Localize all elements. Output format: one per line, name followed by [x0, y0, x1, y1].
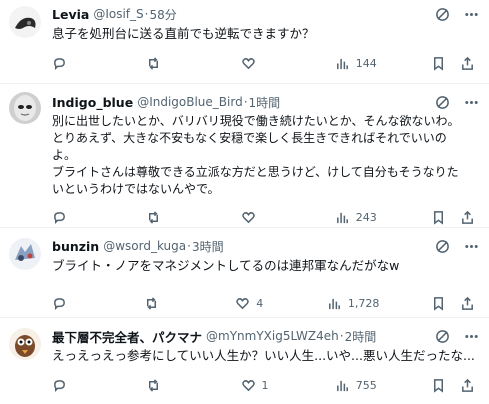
- reply-icon: [54, 379, 65, 392]
- separator-dot: ·: [144, 7, 149, 21]
- reply-button[interactable]: [52, 56, 92, 71]
- user-handle[interactable]: @Iosif_S: [93, 7, 143, 21]
- repost-button[interactable]: [146, 378, 186, 393]
- views-icon: [336, 380, 348, 391]
- bookmark-icon[interactable]: [431, 378, 446, 393]
- repost-button[interactable]: [146, 56, 186, 71]
- views-icon: [336, 58, 348, 69]
- views-count: 243: [355, 210, 377, 224]
- reply-button[interactable]: [52, 378, 92, 393]
- more-icon[interactable]: [464, 239, 479, 254]
- tweet-top-icons: [435, 239, 479, 254]
- repost-button[interactable]: [144, 296, 184, 311]
- repost-icon: [149, 210, 159, 224]
- tweet-text: ブライト・ノアをマネジメントしてるのは連邦軍なんだがなw: [52, 258, 400, 273]
- bookmark-icon[interactable]: [431, 210, 446, 225]
- reply-icon: [54, 57, 65, 70]
- heart-icon: [236, 297, 250, 309]
- separator-dot: ·: [187, 239, 191, 253]
- timestamp[interactable]: 3時間: [192, 238, 224, 255]
- share-icon[interactable]: [460, 296, 475, 311]
- timestamp[interactable]: 2時間: [345, 328, 377, 345]
- tweet-text: 息子を処刑台に送る直前でも逆転できますか？: [52, 26, 315, 41]
- grok-icon[interactable]: [435, 95, 450, 110]
- reply-feed: Levia @Iosif_S · 58分 息子を処刑台に送る直前でも逆転できます…: [0, 0, 489, 404]
- grok-icon[interactable]: [435, 239, 450, 254]
- like-button[interactable]: [241, 56, 281, 71]
- grok-icon[interactable]: [435, 329, 450, 344]
- share-icon[interactable]: [460, 56, 475, 71]
- views-count: 755: [355, 378, 377, 392]
- tweet-actions: 144: [52, 54, 475, 72]
- timestamp[interactable]: 58分: [149, 6, 176, 23]
- display-name[interactable]: Levia: [52, 7, 89, 22]
- grok-icon[interactable]: [435, 7, 450, 22]
- user-handle[interactable]: @mYnmYXig5LWZ4eh: [206, 329, 339, 343]
- timestamp[interactable]: 1時間: [249, 94, 281, 111]
- more-icon[interactable]: [464, 7, 479, 22]
- tweet-text: えっえっえっ参考にしていい人生か？いい人生...いや...悪い人生だったな...: [52, 348, 475, 363]
- like-button[interactable]: 4: [235, 296, 275, 311]
- display-name[interactable]: bunzin: [52, 239, 99, 254]
- more-icon[interactable]: [464, 329, 479, 344]
- repost-icon: [146, 296, 156, 310]
- heart-icon: [241, 379, 255, 391]
- views-button[interactable]: 144: [335, 56, 377, 71]
- tweet-top-icons: [435, 329, 479, 344]
- like-button[interactable]: [241, 210, 281, 225]
- bookmark-icon[interactable]: [431, 296, 446, 311]
- display-name[interactable]: 最下層不完全者、パクマナ: [52, 327, 202, 346]
- avatar[interactable]: [9, 238, 41, 270]
- avatar[interactable]: [9, 328, 41, 360]
- more-icon[interactable]: [464, 95, 479, 110]
- share-icon[interactable]: [460, 378, 475, 393]
- tweet[interactable]: Levia @Iosif_S · 58分 息子を処刑台に送る直前でも逆転できます…: [0, 0, 489, 84]
- tweet-actions: 4 1,728: [52, 294, 475, 312]
- reply-icon: [54, 297, 65, 310]
- like-count: 4: [256, 296, 264, 310]
- tweet[interactable]: 最下層不完全者、パクマナ @mYnmYXig5LWZ4eh · 2時間 えっえっ…: [0, 318, 489, 404]
- repost-icon: [149, 56, 159, 70]
- heart-icon: [241, 211, 255, 223]
- like-count: 1: [261, 378, 269, 392]
- tweet-actions: 1 755: [52, 376, 475, 394]
- like-button[interactable]: 1: [241, 378, 281, 393]
- reply-icon: [54, 211, 65, 224]
- tweet[interactable]: Indigo_blue @IndigoBlue_Bird · 1時間 別に出世し…: [0, 84, 489, 228]
- tweet[interactable]: bunzin @wsord_kuga · 3時間 ブライト・ノアをマネジメントし…: [0, 228, 489, 318]
- heart-icon: [241, 57, 255, 69]
- bookmark-icon[interactable]: [431, 56, 446, 71]
- user-handle[interactable]: @wsord_kuga: [103, 239, 186, 253]
- separator-dot: ·: [243, 95, 248, 109]
- tweet-top-icons: [435, 95, 479, 110]
- views-button[interactable]: 755: [335, 378, 377, 393]
- reply-button[interactable]: [52, 210, 92, 225]
- views-count: 144: [355, 56, 377, 70]
- tweet-actions: 243: [52, 208, 475, 226]
- tweet-text: 別に出世したいとか、バリバリ現役で働き続けたいとか、そんな欲ないわ。 とりあえず…: [52, 114, 460, 196]
- share-icon[interactable]: [460, 210, 475, 225]
- avatar[interactable]: [9, 6, 41, 38]
- views-button[interactable]: 243: [335, 210, 377, 225]
- user-handle[interactable]: @IndigoBlue_Bird: [137, 95, 243, 109]
- views-icon: [328, 298, 340, 309]
- views-icon: [336, 212, 348, 223]
- display-name[interactable]: Indigo_blue: [52, 95, 133, 110]
- avatar[interactable]: [9, 92, 41, 124]
- repost-button[interactable]: [146, 210, 186, 225]
- repost-icon: [149, 378, 159, 392]
- views-count: 1,728: [347, 296, 380, 310]
- separator-dot: ·: [339, 329, 344, 343]
- views-button[interactable]: 1,728: [327, 296, 380, 311]
- reply-button[interactable]: [52, 296, 92, 311]
- tweet-top-icons: [435, 7, 479, 22]
